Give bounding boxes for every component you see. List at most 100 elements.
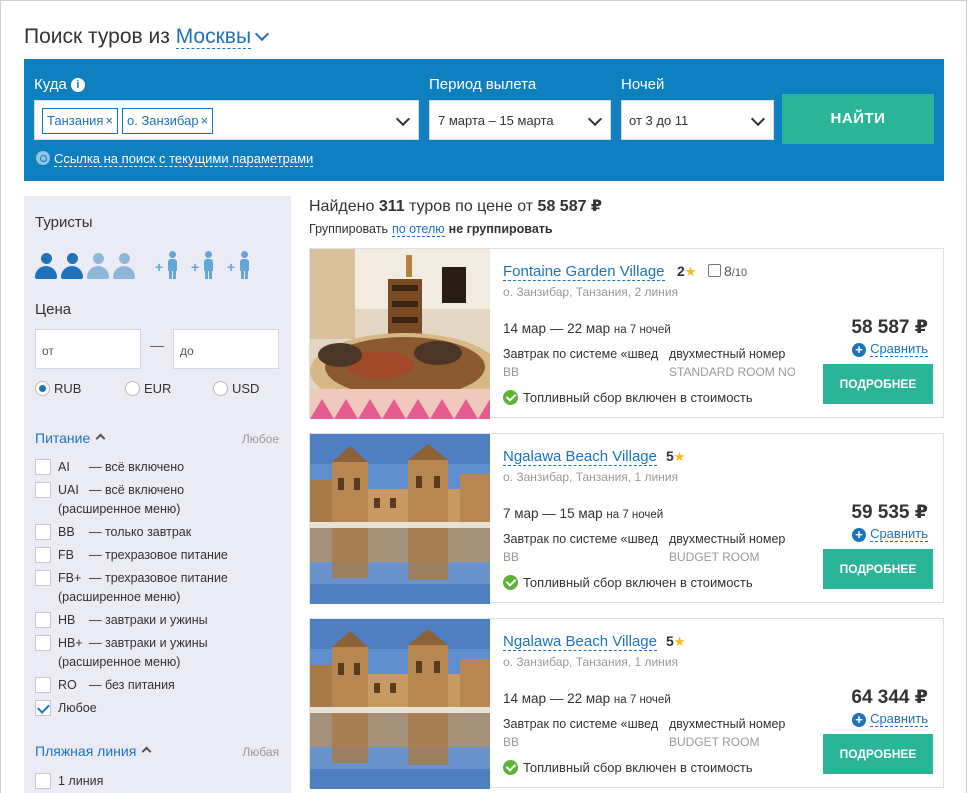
meal-checkbox-hb[interactable]: [35, 612, 51, 628]
meal-checkbox-fb[interactable]: [35, 547, 51, 563]
beach-section-toggle[interactable]: Пляжная линия: [35, 743, 152, 759]
find-button[interactable]: НАЙТИ: [782, 94, 934, 144]
hotel-rating[interactable]: 8/10: [708, 263, 747, 279]
min-price: 58 587 ₽: [537, 198, 603, 215]
meal-checkbox-bb[interactable]: [35, 524, 51, 540]
hotel-location: о. Занзибар, Танзания, 1 линия: [503, 655, 679, 669]
period-value: 7 марта – 15 марта: [438, 113, 554, 128]
beach-checkbox-line1[interactable]: [35, 773, 51, 789]
fuel-text: Топливный сбор включен в стоимость: [523, 575, 753, 590]
adult-person-icon[interactable]: [87, 253, 109, 279]
currency-label: USD: [232, 381, 260, 396]
meal-checkbox-ro[interactable]: [35, 677, 51, 693]
meal-section-toggle[interactable]: Питание: [35, 430, 106, 446]
price-from-input[interactable]: от: [35, 329, 141, 369]
tour-price: 64 344 ₽: [851, 687, 928, 708]
meal-checkbox-fb-plus[interactable]: [35, 570, 51, 586]
remove-tag-icon[interactable]: ×: [201, 113, 209, 128]
meal-code: Любое: [58, 701, 97, 715]
results-summary: Найдено 311 туров по цене от 58 587 ₽: [309, 196, 602, 216]
tag-label: о. Занзибар: [127, 113, 199, 128]
radio-icon: [213, 381, 228, 396]
stars-value: 2: [677, 263, 685, 279]
details-button[interactable]: ПОДРОБНЕЕ: [823, 734, 933, 774]
compare-link[interactable]: + Сравнить: [852, 526, 928, 542]
nights-count: на 7 ночей: [606, 509, 664, 521]
add-child-icon[interactable]: +: [227, 251, 253, 281]
chevron-down-icon[interactable]: [395, 111, 411, 127]
fuel-included: Топливный сбор включен в стоимость: [503, 575, 753, 590]
details-button[interactable]: ПОДРОБНЕЕ: [823, 364, 933, 404]
meal-extra: (расширенное меню): [58, 655, 181, 669]
hotel-stars: 2★: [677, 263, 696, 280]
dates-value: 7 мар — 15 мар: [503, 506, 603, 521]
info-icon[interactable]: i: [70, 78, 85, 92]
thumbs-up-icon: [708, 264, 721, 277]
meal-desc: — без питания: [89, 678, 175, 692]
chevron-down-icon[interactable]: [750, 111, 766, 127]
destination-field[interactable]: Танзания × о. Занзибар ×: [34, 100, 419, 140]
no-group-option[interactable]: не группировать: [449, 222, 553, 236]
chevron-down-icon[interactable]: [254, 26, 270, 42]
search-link-text[interactable]: Ссылка на поиск с текущими параметрами: [54, 151, 314, 167]
meal-desc: — завтраки и ужины: [89, 636, 208, 650]
add-child-icon[interactable]: +: [155, 251, 181, 281]
price-to-input[interactable]: до: [173, 329, 279, 369]
meal-code: BB: [503, 735, 520, 749]
search-link[interactable]: Ссылка на поиск с текущими параметрами: [36, 151, 314, 167]
hotel-stars: 5★: [666, 633, 685, 650]
meal-desc: — всё включено: [89, 460, 185, 474]
check-circle-icon: [503, 390, 518, 405]
currency-radio-eur[interactable]: EUR: [125, 381, 171, 396]
meal-desc: — всё включено: [89, 483, 185, 497]
remove-tag-icon[interactable]: ×: [105, 113, 113, 128]
where-label: Куда i: [34, 76, 85, 93]
details-button[interactable]: ПОДРОБНЕЕ: [823, 549, 933, 589]
filters-sidebar: Туристы + + + Цена от — до RUB EUR USD П…: [24, 196, 291, 793]
compare-text[interactable]: Сравнить: [870, 341, 928, 357]
meal-checkbox-any[interactable]: [35, 700, 51, 716]
chevron-down-icon[interactable]: [587, 111, 603, 127]
period-label: Период вылета: [429, 76, 537, 93]
page-title-text: Поиск туров из: [24, 25, 170, 48]
tour-price: 58 587 ₽: [851, 317, 928, 338]
plus-icon: +: [852, 343, 867, 357]
adult-person-icon[interactable]: [35, 253, 57, 279]
check-circle-icon: [503, 760, 518, 775]
meal-extra: (расширенное меню): [58, 590, 181, 604]
group-by-hotel-link[interactable]: по отелю: [391, 222, 445, 237]
currency-radio-usd[interactable]: USD: [213, 381, 259, 396]
hotel-name-link[interactable]: Ngalawa Beach Village: [503, 448, 657, 466]
compare-link[interactable]: + Сравнить: [852, 711, 928, 727]
nights-select[interactable]: от 3 до 11: [621, 100, 774, 140]
meal-code: BB: [503, 365, 520, 379]
fuel-included: Топливный сбор включен в стоимость: [503, 760, 753, 775]
add-child-icon[interactable]: +: [191, 251, 217, 281]
compare-text[interactable]: Сравнить: [870, 526, 928, 542]
nights-count: на 7 ночей: [613, 694, 671, 706]
compare-link[interactable]: + Сравнить: [852, 341, 928, 357]
hotel-name-link[interactable]: Fontaine Garden Village: [503, 263, 665, 281]
hotel-photo[interactable]: [310, 619, 490, 789]
search-bar: Куда i Танзания × о. Занзибар × Период выле…: [24, 59, 944, 181]
radio-icon: [125, 381, 140, 396]
hotel-stars: 5★: [666, 448, 685, 465]
meal-checkbox-uai[interactable]: [35, 482, 51, 498]
plus-icon: +: [852, 713, 867, 727]
departure-city-link[interactable]: Москвы: [175, 25, 252, 49]
meal-checkbox-hb-plus[interactable]: [35, 635, 51, 651]
meal-checkbox-ai[interactable]: [35, 459, 51, 475]
currency-radio-rub[interactable]: RUB: [35, 381, 81, 396]
hotel-name-link[interactable]: Ngalawa Beach Village: [503, 633, 657, 651]
meal-extra: (расширенное меню): [58, 502, 181, 516]
hotel-photo[interactable]: [310, 434, 490, 604]
tour-dates: 14 мар — 22 мар на 7 ночей: [503, 691, 671, 706]
dates-value: 14 мар — 22 мар: [503, 321, 611, 336]
rating-value: 8: [724, 263, 732, 279]
adult-person-icon[interactable]: [61, 253, 83, 279]
hotel-photo[interactable]: [310, 249, 490, 419]
period-select[interactable]: 7 марта – 15 марта: [429, 100, 611, 140]
meal-code: BB: [58, 525, 75, 539]
adult-person-icon[interactable]: [113, 253, 135, 279]
compare-text[interactable]: Сравнить: [870, 711, 928, 727]
